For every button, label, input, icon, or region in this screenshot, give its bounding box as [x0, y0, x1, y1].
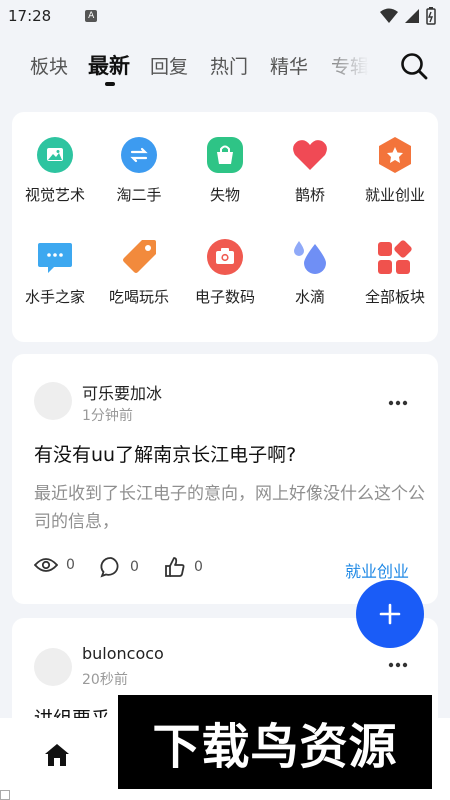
watermark-logo: 下载鸟资源 — [118, 695, 432, 789]
post-category-tag[interactable]: 就业创业 — [345, 558, 409, 582]
grid-blocks-icon — [376, 238, 414, 276]
comment-count[interactable]: 0 — [100, 556, 139, 578]
category-label: 失物 — [209, 186, 240, 204]
category-label: 电子数码 — [194, 288, 255, 306]
category-lost-found[interactable]: 失物 — [182, 136, 268, 205]
battery-icon — [426, 7, 436, 25]
star-hexagon-icon — [376, 136, 414, 174]
image-icon — [36, 136, 74, 174]
category-label: 淘二手 — [116, 186, 162, 204]
post-time: 20秒前 — [82, 672, 128, 688]
category-label: 鹊桥 — [294, 186, 325, 204]
tab-latest[interactable]: 最新 — [88, 50, 130, 80]
post-author[interactable]: buloncoco — [82, 644, 164, 663]
water-drops-icon — [291, 238, 329, 276]
category-second-hand[interactable]: 淘二手 — [96, 136, 182, 205]
post-title[interactable]: 有没有uu了解南京长江电子啊? — [34, 440, 296, 467]
signal-icon — [405, 9, 419, 23]
avatar[interactable] — [34, 648, 72, 686]
category-all-sections[interactable]: 全部板块 — [352, 238, 438, 307]
post-author[interactable]: 可乐要加冰 — [82, 380, 162, 404]
post-excerpt: 最近收到了长江电子的意向，网上好像没什么这个公司的信息， — [34, 484, 425, 532]
view-count-value: 0 — [66, 557, 75, 573]
status-time: 17:28 — [8, 7, 52, 25]
tab-replies[interactable]: 回复 — [150, 52, 188, 79]
like-count-value: 0 — [194, 559, 203, 575]
thumbs-up-icon — [165, 557, 185, 577]
new-post-button[interactable] — [356, 580, 424, 648]
category-digital[interactable]: 电子数码 — [182, 238, 268, 307]
category-label: 全部板块 — [364, 288, 425, 306]
camera-icon — [206, 238, 244, 276]
tab-bar: 板块 最新 回复 热门 精华 专辑 — [0, 40, 450, 96]
category-label: 水手之家 — [24, 288, 85, 306]
like-count[interactable]: 0 — [164, 556, 203, 578]
corner-mark — [0, 790, 10, 800]
post-card[interactable]: 可乐要加冰 1分钟前 有没有uu了解南京长江电子啊? 最近收到了长江电子的意向，… — [12, 354, 438, 604]
category-visual-art[interactable]: 视觉艺术 — [12, 136, 98, 205]
tab-featured[interactable]: 精华 — [270, 52, 308, 79]
status-bar: 17:28 A — [0, 0, 450, 32]
tab-hot[interactable]: 热门 — [210, 52, 248, 79]
active-tab-indicator — [105, 82, 115, 86]
category-label: 视觉艺术 — [24, 186, 85, 204]
category-water-drop[interactable]: 水滴 — [267, 238, 353, 307]
category-grid: 视觉艺术 淘二手 失物 鹊桥 就业创业 水手之家 吃喝玩乐 电子数码 水滴 全部… — [12, 112, 438, 342]
post-time: 1分钟前 — [82, 408, 133, 424]
plus-icon — [379, 603, 401, 625]
category-food-fun[interactable]: 吃喝玩乐 — [96, 238, 182, 307]
bag-icon — [206, 136, 244, 174]
heart-icon — [291, 136, 329, 174]
tag-icon — [120, 238, 158, 276]
comment-icon — [100, 557, 119, 578]
more-options-icon[interactable] — [388, 400, 408, 406]
exchange-icon — [120, 136, 158, 174]
category-matchmaking[interactable]: 鹊桥 — [267, 136, 353, 205]
wifi-icon — [380, 8, 398, 23]
home-icon[interactable] — [44, 742, 70, 768]
search-icon[interactable] — [398, 50, 430, 82]
category-label: 水滴 — [294, 288, 325, 306]
eye-icon — [34, 558, 58, 572]
view-count: 0 — [34, 556, 75, 574]
notification-a-icon: A — [85, 10, 98, 22]
category-label: 就业创业 — [364, 186, 425, 204]
category-label: 吃喝玩乐 — [108, 288, 169, 306]
avatar[interactable] — [34, 382, 72, 420]
chat-bubble-icon — [36, 238, 74, 276]
tab-fade — [315, 40, 375, 96]
tab-sections[interactable]: 板块 — [30, 52, 68, 79]
category-employment[interactable]: 就业创业 — [352, 136, 438, 205]
comment-count-value: 0 — [130, 559, 139, 575]
category-sailor-home[interactable]: 水手之家 — [12, 238, 98, 307]
more-options-icon[interactable] — [388, 662, 408, 668]
